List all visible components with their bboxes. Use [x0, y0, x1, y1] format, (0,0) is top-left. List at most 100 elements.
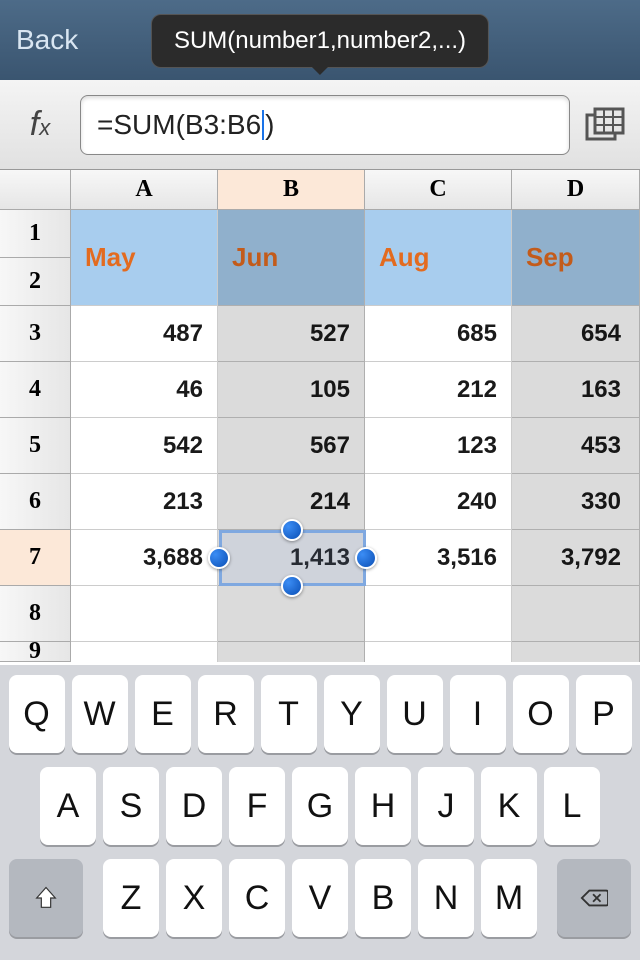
key-G[interactable]: G: [292, 767, 348, 845]
row-5: 542 567 123 453: [71, 418, 640, 474]
cell-C8[interactable]: [365, 586, 512, 642]
key-backspace[interactable]: [557, 859, 631, 937]
key-H[interactable]: H: [355, 767, 411, 845]
key-P[interactable]: P: [576, 675, 632, 753]
cell-A7[interactable]: 3,688: [71, 530, 218, 586]
cell-D3[interactable]: 654: [512, 306, 640, 362]
back-button[interactable]: Back: [16, 24, 78, 56]
keyboard-row-3: Z X C V B N M: [6, 859, 634, 937]
key-F[interactable]: F: [229, 767, 285, 845]
column-headers: A B C D: [0, 170, 640, 210]
cell-B3[interactable]: 527: [218, 306, 365, 362]
key-R[interactable]: R: [198, 675, 254, 753]
text-cursor: [262, 110, 264, 140]
row-header-1[interactable]: 1: [0, 210, 71, 258]
cell-A5[interactable]: 542: [71, 418, 218, 474]
cell-B-header[interactable]: Jun: [218, 210, 365, 306]
key-B[interactable]: B: [355, 859, 411, 937]
key-C[interactable]: C: [229, 859, 285, 937]
row-header-8[interactable]: 8: [0, 586, 71, 642]
function-hint-tooltip: SUM(number1,number2,...): [151, 14, 489, 68]
col-header-B[interactable]: B: [218, 170, 365, 210]
cell-D8[interactable]: [512, 586, 640, 642]
key-L[interactable]: L: [544, 767, 600, 845]
key-shift[interactable]: [9, 859, 83, 937]
row-4: 46 105 212 163: [71, 362, 640, 418]
key-Z[interactable]: Z: [103, 859, 159, 937]
key-S[interactable]: S: [103, 767, 159, 845]
key-O[interactable]: O: [513, 675, 569, 753]
cell-C3[interactable]: 685: [365, 306, 512, 362]
key-K[interactable]: K: [481, 767, 537, 845]
cell-D5[interactable]: 453: [512, 418, 640, 474]
col-header-C[interactable]: C: [365, 170, 512, 210]
navbar: Back SUM(number1,number2,...): [0, 0, 640, 80]
keyboard-row-2: A S D F G H J K L: [6, 767, 634, 845]
cell-C4[interactable]: 212: [365, 362, 512, 418]
row-header-4[interactable]: 4: [0, 362, 71, 418]
cell-B5[interactable]: 567: [218, 418, 365, 474]
key-N[interactable]: N: [418, 859, 474, 937]
selection-handle-left[interactable]: [208, 547, 230, 569]
row-header-7[interactable]: 7: [0, 530, 71, 586]
key-M[interactable]: M: [481, 859, 537, 937]
row-headers: 1 2 3 4 5 6 7 8 9: [0, 210, 71, 662]
cell-A9[interactable]: [71, 642, 218, 662]
col-header-D[interactable]: D: [512, 170, 640, 210]
formula-text-suffix: ): [265, 109, 274, 141]
key-A[interactable]: A: [40, 767, 96, 845]
keyboard-row-1: Q W E R T Y U I O P: [6, 675, 634, 753]
cell-A-header[interactable]: May: [71, 210, 218, 306]
key-I[interactable]: I: [450, 675, 506, 753]
selection-handle-right[interactable]: [355, 547, 377, 569]
cell-D6[interactable]: 330: [512, 474, 640, 530]
row-header-6[interactable]: 6: [0, 474, 71, 530]
row-header-3[interactable]: 3: [0, 306, 71, 362]
row-header-5[interactable]: 5: [0, 418, 71, 474]
cell-A4[interactable]: 46: [71, 362, 218, 418]
spreadsheet[interactable]: A B C D 1 2 3 4 5 6 7 8 9 May Jun Aug Se…: [0, 170, 640, 665]
key-Y[interactable]: Y: [324, 675, 380, 753]
key-U[interactable]: U: [387, 675, 443, 753]
formula-text-prefix: =SUM(B3:B6: [97, 109, 261, 141]
col-header-A[interactable]: A: [71, 170, 218, 210]
cell-C5[interactable]: 123: [365, 418, 512, 474]
key-W[interactable]: W: [72, 675, 128, 753]
sheets-icon[interactable]: [580, 103, 630, 147]
cell-B9[interactable]: [218, 642, 365, 662]
key-X[interactable]: X: [166, 859, 222, 937]
grid[interactable]: May Jun Aug Sep 487 527 685 654 46 105 2…: [71, 210, 640, 662]
fx-icon: fx: [10, 105, 70, 144]
row-6: 213 214 240 330: [71, 474, 640, 530]
formula-input[interactable]: =SUM(B3:B6): [80, 95, 570, 155]
row-header-9[interactable]: 9: [0, 642, 71, 662]
cell-C7[interactable]: 3,516: [365, 530, 512, 586]
header-row: May Jun Aug Sep: [71, 210, 640, 306]
corner-cell[interactable]: [0, 170, 71, 210]
key-D[interactable]: D: [166, 767, 222, 845]
cell-D7[interactable]: 3,792: [512, 530, 640, 586]
cell-D-header[interactable]: Sep: [512, 210, 640, 306]
cell-A8[interactable]: [71, 586, 218, 642]
key-E[interactable]: E: [135, 675, 191, 753]
row-8: [71, 586, 640, 642]
key-Q[interactable]: Q: [9, 675, 65, 753]
key-V[interactable]: V: [292, 859, 348, 937]
cell-A3[interactable]: 487: [71, 306, 218, 362]
row-9: [71, 642, 640, 662]
row-header-2[interactable]: 2: [0, 258, 71, 306]
key-J[interactable]: J: [418, 767, 474, 845]
cell-C-header[interactable]: Aug: [365, 210, 512, 306]
cell-C6[interactable]: 240: [365, 474, 512, 530]
selection-handle-bottom[interactable]: [281, 575, 303, 597]
cell-A6[interactable]: 213: [71, 474, 218, 530]
row-3: 487 527 685 654: [71, 306, 640, 362]
formula-bar: fx =SUM(B3:B6): [0, 80, 640, 170]
keyboard: Q W E R T Y U I O P A S D F G H J K L Z …: [0, 665, 640, 960]
selection-handle-top[interactable]: [281, 519, 303, 541]
cell-D4[interactable]: 163: [512, 362, 640, 418]
key-T[interactable]: T: [261, 675, 317, 753]
cell-C9[interactable]: [365, 642, 512, 662]
cell-D9[interactable]: [512, 642, 640, 662]
cell-B4[interactable]: 105: [218, 362, 365, 418]
